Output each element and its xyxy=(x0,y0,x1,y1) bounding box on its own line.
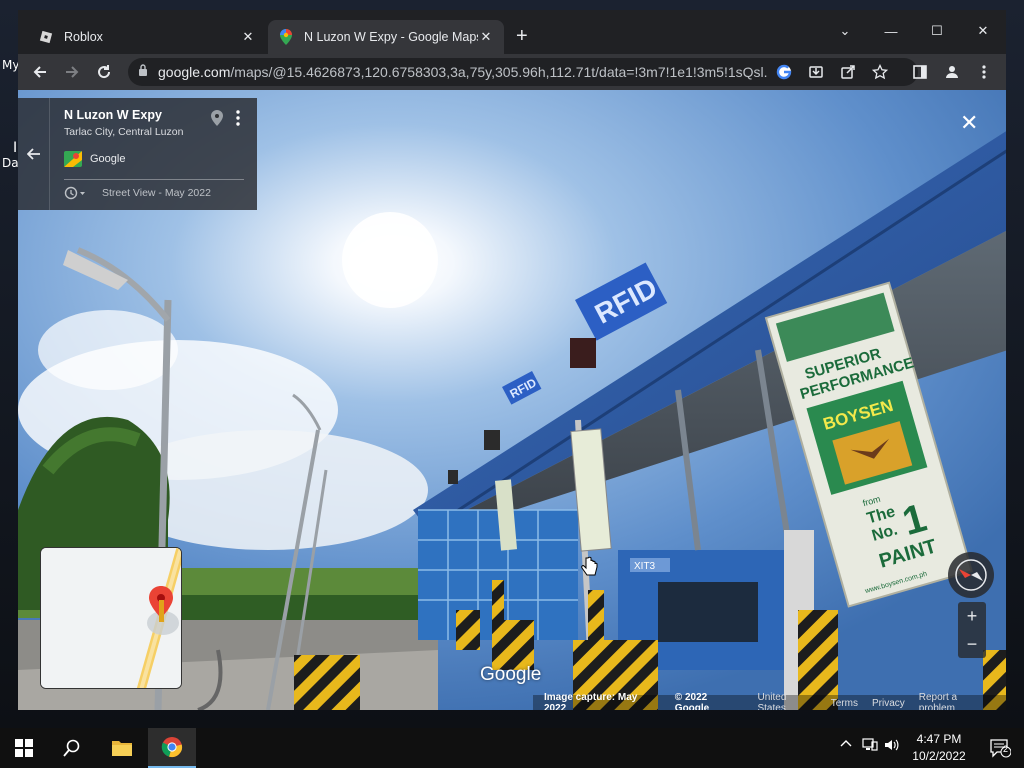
more-vert-icon xyxy=(982,65,986,79)
tab-title: Roblox xyxy=(64,30,103,44)
arrow-right-icon xyxy=(66,66,79,78)
tab-strip: Roblox ✕ N Luzon W Expy - Google Maps ✕ … xyxy=(18,10,1006,54)
history-icon xyxy=(64,186,86,200)
country-link[interactable]: United States xyxy=(757,692,816,710)
arrow-left-icon xyxy=(33,66,46,78)
provider-row[interactable]: Google xyxy=(64,151,125,167)
side-panel-button[interactable] xyxy=(906,58,934,86)
tab-roblox[interactable]: Roblox ✕ xyxy=(28,20,266,54)
maximize-button[interactable]: ☐ xyxy=(914,16,960,46)
google-icon[interactable] xyxy=(773,62,795,82)
location-subtitle: Tarlac City, Central Luzon xyxy=(64,126,184,138)
browser-toolbar: google.com/maps/@15.4626873,120.6758303,… xyxy=(18,54,1006,90)
reload-button[interactable] xyxy=(90,58,118,86)
volume-icon[interactable] xyxy=(884,738,900,755)
tab-close-icon[interactable]: ✕ xyxy=(240,29,256,45)
back-arrow-icon[interactable] xyxy=(18,98,50,210)
copyright: © 2022 Google xyxy=(674,692,710,710)
history-dropdown[interactable]: Street View - May 2022 xyxy=(64,186,211,200)
side-panel-icon xyxy=(913,65,927,79)
close-window-button[interactable]: ✕ xyxy=(960,16,1006,46)
chrome-taskbar-button[interactable] xyxy=(148,728,196,768)
google-maps-icon xyxy=(64,151,82,167)
share-icon[interactable] xyxy=(837,62,859,82)
search-button[interactable] xyxy=(48,728,96,768)
notifications-button[interactable]: 2 xyxy=(976,728,1024,768)
back-button[interactable] xyxy=(26,58,54,86)
close-street-view-button[interactable]: ✕ xyxy=(960,110,978,136)
menu-button[interactable] xyxy=(970,58,998,86)
system-clock[interactable]: 4:47 PM 10/2/2022 xyxy=(900,731,978,765)
mini-map-canvas xyxy=(41,548,181,688)
google-watermark: Google xyxy=(480,664,542,685)
location-title: N Luzon W Expy xyxy=(64,108,162,122)
browser-window: Roblox ✕ N Luzon W Expy - Google Maps ✕ … xyxy=(18,10,1006,710)
chevron-up-icon[interactable] xyxy=(840,738,852,753)
desktop-label: My xyxy=(2,58,20,72)
lock-icon xyxy=(138,63,148,81)
zoom-controls: + − xyxy=(958,602,986,658)
clock-date: 10/2/2022 xyxy=(912,749,966,763)
privacy-link[interactable]: Privacy xyxy=(872,698,905,709)
desktop-label: I xyxy=(13,140,18,156)
divider xyxy=(64,179,244,180)
terms-link[interactable]: Terms xyxy=(831,698,858,709)
url-text: google.com/maps/@15.4626873,120.6758303,… xyxy=(158,64,768,80)
taskbar: 4:47 PM 10/2/2022 2 xyxy=(0,728,1024,768)
google-maps-icon xyxy=(278,29,294,45)
image-capture-date: Image capture: May 2022 xyxy=(544,692,638,710)
map-pin-icon[interactable] xyxy=(211,110,223,131)
clock-time: 4:47 PM xyxy=(916,732,962,746)
profile-icon xyxy=(946,66,958,78)
history-label: Street View - May 2022 xyxy=(102,187,211,199)
chrome-icon xyxy=(161,737,183,758)
folder-icon xyxy=(112,741,132,756)
search-icon xyxy=(63,739,80,757)
windows-icon xyxy=(15,739,33,757)
profile-button[interactable] xyxy=(938,58,966,86)
file-explorer-button[interactable] xyxy=(98,728,146,768)
forward-button[interactable] xyxy=(58,58,86,86)
tab-title: N Luzon W Expy - Google Maps xyxy=(304,30,478,44)
mini-map[interactable] xyxy=(40,547,182,689)
booth-label: XIT3 xyxy=(634,561,656,572)
network-icon[interactable] xyxy=(862,738,878,755)
compass-icon[interactable] xyxy=(948,552,994,598)
tab-google-maps[interactable]: N Luzon W Expy - Google Maps ✕ xyxy=(268,20,504,54)
install-icon[interactable] xyxy=(805,62,827,82)
provider-label: Google xyxy=(90,153,126,165)
tab-close-icon[interactable]: ✕ xyxy=(478,29,494,45)
street-view-viewport[interactable]: RFID RFID XIT3 SUPERIOR PERFORMANCE BOYS… xyxy=(18,90,1006,710)
tab-search-button[interactable]: ⌄ xyxy=(822,16,868,46)
address-bar[interactable]: google.com/maps/@15.4626873,120.6758303,… xyxy=(128,58,918,86)
zoom-in-button[interactable]: + xyxy=(958,602,986,630)
new-tab-button[interactable]: + xyxy=(516,26,528,46)
zoom-out-button[interactable]: − xyxy=(958,630,986,658)
map-footer: Image capture: May 2022 © 2022 Google Un… xyxy=(533,692,1006,710)
bookmark-star-icon[interactable] xyxy=(869,62,891,82)
reload-icon xyxy=(98,65,111,79)
notification-count: 2 xyxy=(1003,744,1009,754)
report-problem-link[interactable]: Report a problem xyxy=(919,692,995,710)
more-vert-icon[interactable] xyxy=(236,110,240,128)
start-button[interactable] xyxy=(0,728,48,768)
desktop-label: Da xyxy=(2,156,19,170)
street-view-info-card: N Luzon W Expy Tarlac City, Central Luzo… xyxy=(18,98,257,210)
roblox-icon xyxy=(38,29,54,45)
hand-cursor-icon xyxy=(580,556,598,583)
minimize-button[interactable]: — xyxy=(868,16,914,46)
